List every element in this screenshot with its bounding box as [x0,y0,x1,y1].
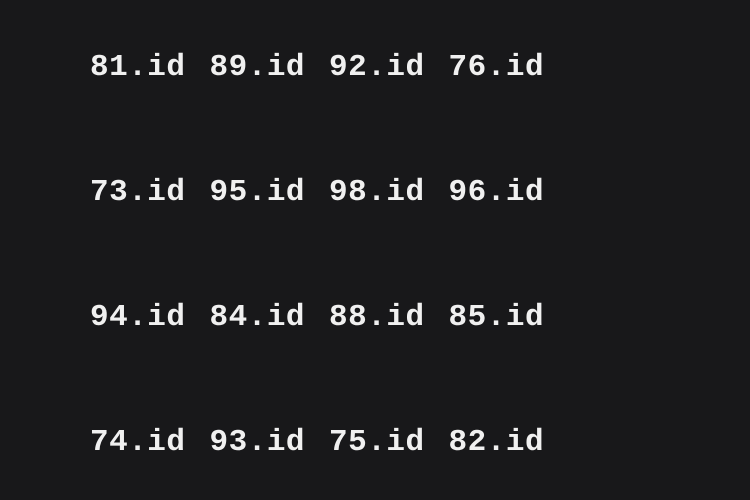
data-row: 74.id 93.id 75.id 82.id [90,425,660,460]
data-row: 94.id 84.id 88.id 85.id [90,300,660,335]
data-item: 94.id [90,300,186,335]
data-item: 75.id [329,425,425,460]
data-row: 73.id 95.id 98.id 96.id [90,175,660,210]
data-item: 88.id [329,300,425,335]
data-item: 95.id [210,175,306,210]
data-item: 74.id [90,425,186,460]
data-row: 81.id 89.id 92.id 76.id [90,50,660,85]
data-item: 81.id [90,50,186,85]
data-item: 93.id [210,425,306,460]
data-item: 92.id [329,50,425,85]
data-item: 85.id [449,300,545,335]
data-item: 82.id [449,425,545,460]
data-item: 96.id [449,175,545,210]
data-item: 89.id [210,50,306,85]
data-item: 73.id [90,175,186,210]
data-item: 98.id [329,175,425,210]
data-item: 84.id [210,300,306,335]
data-item: 76.id [449,50,545,85]
